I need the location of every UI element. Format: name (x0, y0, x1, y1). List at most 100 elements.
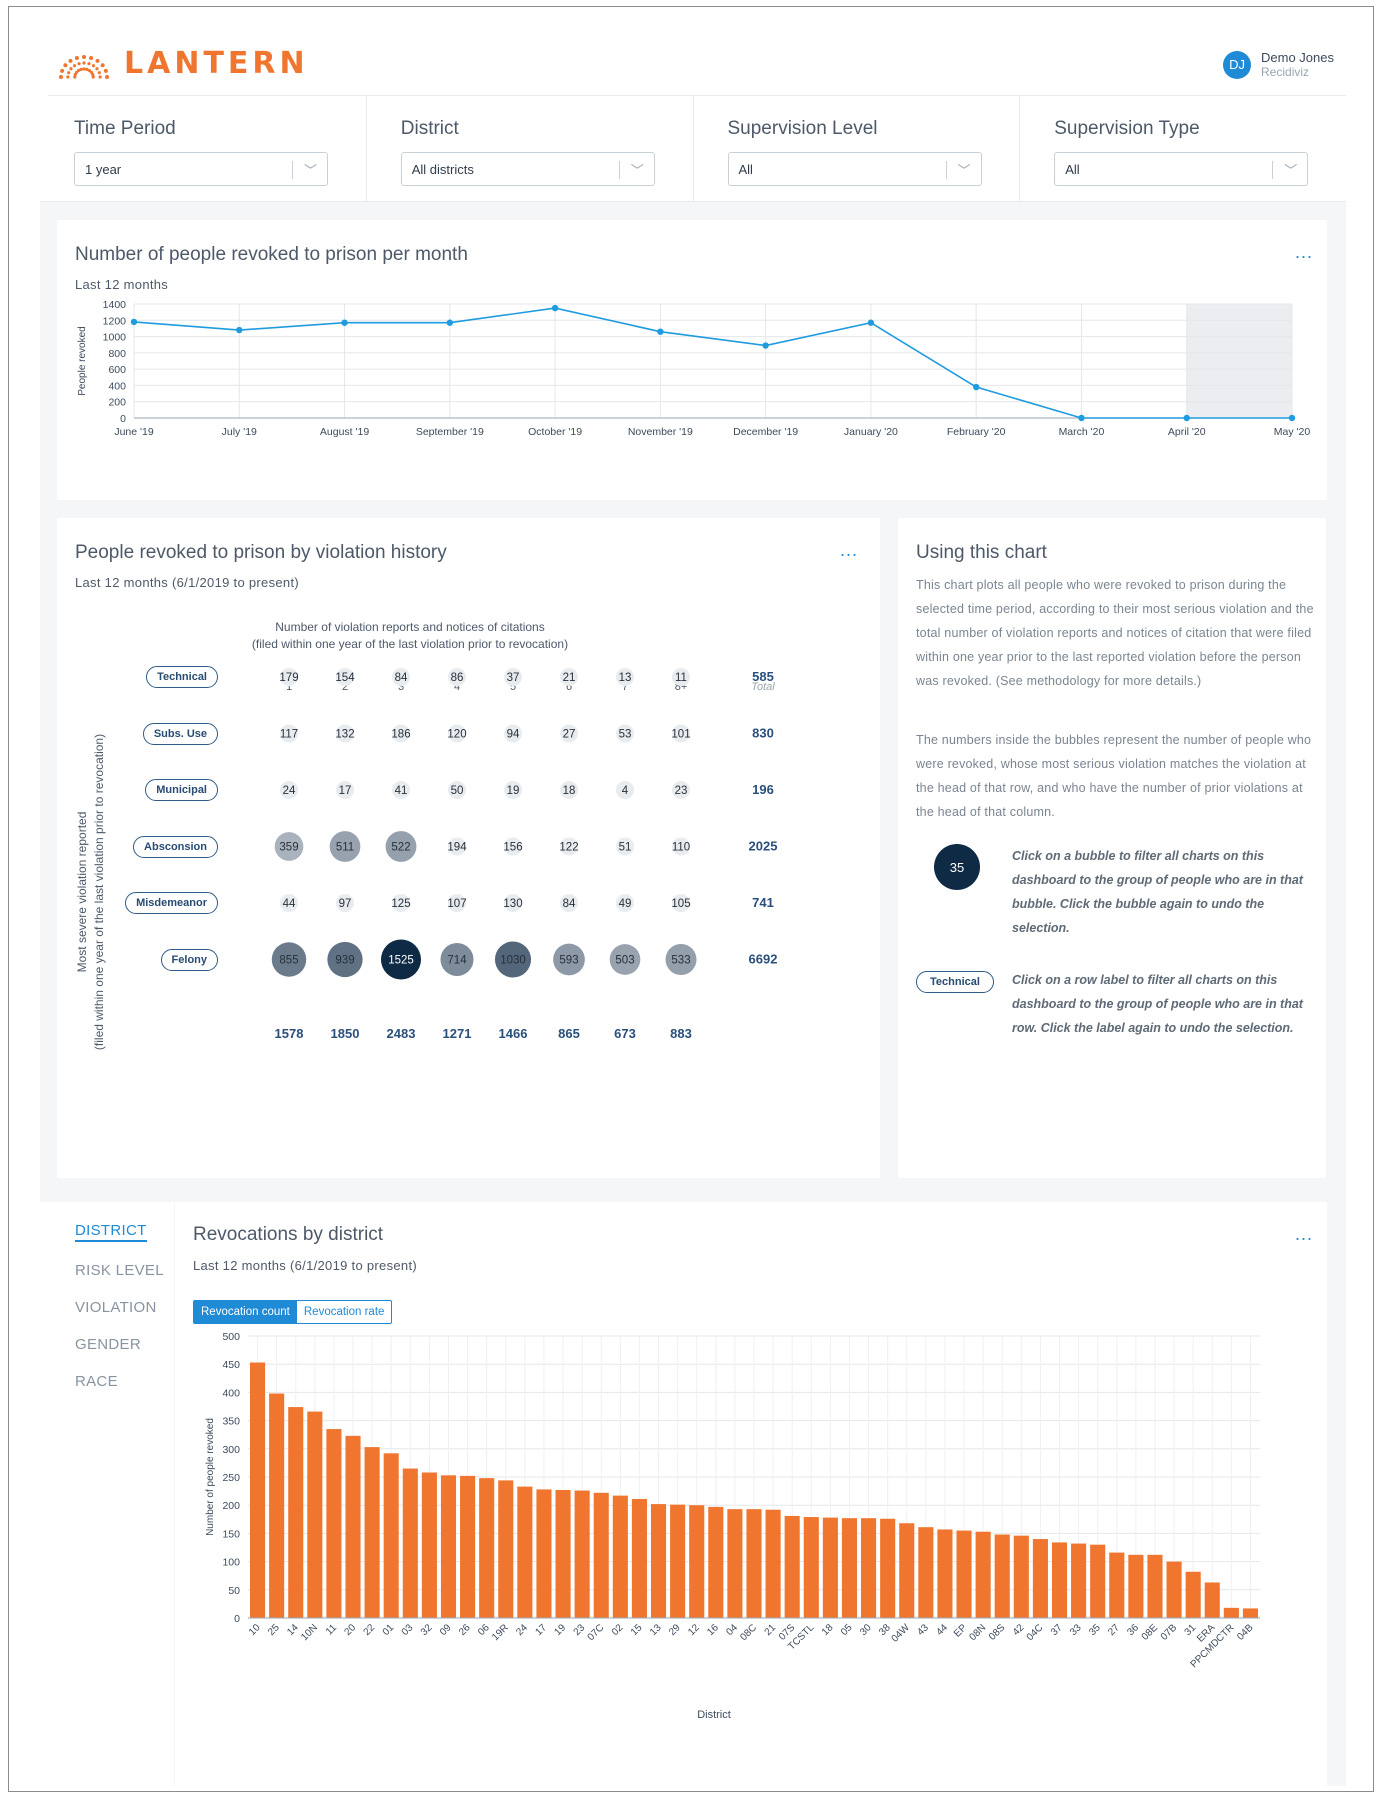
help-paragraph-1: This chart plots all people who were rev… (916, 578, 1314, 688)
tab-gender[interactable]: GENDER (75, 1336, 164, 1353)
bubble-value: 110 (672, 842, 690, 854)
logo-dot (95, 58, 100, 63)
bubble-value: 37 (507, 672, 520, 684)
district-bar-chart[interactable]: 05010015020025030035040045050010 25 1410N 1… (175, 1332, 1327, 1782)
supervision-type-select[interactable]: All ﹀ (1054, 152, 1309, 186)
row-total: 2025 (749, 839, 778, 854)
bubble-value: 44 (283, 898, 296, 910)
tab-risk-level[interactable]: RISK LEVEL (75, 1262, 164, 1279)
chevron-down-icon: ﹀ (303, 163, 317, 178)
toggle-revocation-count[interactable]: Revocation count (194, 1301, 297, 1323)
supervision-level-select[interactable]: All ﹀ (727, 152, 982, 186)
bar (574, 1490, 590, 1618)
district-select[interactable]: All districts ﹀ (400, 152, 655, 186)
row-label-subs-use[interactable]: Subs. Use (142, 722, 218, 745)
x-tick-label: 10 (247, 1622, 263, 1638)
x-tick-label: 08E (1140, 1622, 1161, 1643)
user-name: Demo Jones (1261, 50, 1334, 65)
bar (975, 1531, 991, 1618)
y-tick-label: 400 (108, 380, 126, 392)
row-label-misdemeanor[interactable]: Misdemeanor (125, 892, 218, 914)
bubble-value: 125 (391, 898, 410, 910)
select-value: All (1065, 162, 1080, 177)
y-tick-label: 200 (222, 1500, 240, 1512)
logo-dot (66, 74, 70, 79)
x-tick-label: February '20 (947, 426, 1006, 438)
x-tick-label: 32 (419, 1622, 435, 1638)
bubble-value: 97 (339, 898, 352, 910)
chevron-down-icon: ﹀ (957, 163, 971, 178)
bubble-value: 24 (283, 785, 296, 797)
card-subtitle: Last 12 months (75, 277, 169, 292)
logo-dot (82, 66, 86, 71)
tab-district[interactable]: DISTRICT (75, 1222, 147, 1242)
bubble-value: 855 (279, 955, 298, 967)
card-title: Revocations by district (193, 1224, 384, 1245)
data-unavailable-region (1186, 304, 1292, 418)
bubble-value: 107 (447, 898, 466, 910)
bar (307, 1411, 323, 1618)
bubble-value: 84 (563, 898, 576, 910)
example-row-label: Technical (916, 971, 994, 993)
y-tick-label: 50 (228, 1585, 240, 1597)
x-tick-label: 24 (514, 1622, 530, 1638)
bar (1090, 1544, 1106, 1618)
logo-dot (105, 74, 109, 79)
row-label-technical[interactable]: Technical (146, 666, 218, 688)
bar (1051, 1542, 1068, 1618)
filter-supervision-level: Supervision Level All ﹀ (694, 96, 1021, 201)
time-period-select[interactable]: 1 year ﹀ (74, 152, 328, 186)
column-total: 2483 (387, 1026, 416, 1041)
x-tick-label: 09 (438, 1622, 454, 1638)
x-tick-label: 27 (1106, 1622, 1122, 1638)
bar (956, 1530, 972, 1618)
column-total: 1850 (331, 1026, 360, 1041)
x-tick-label: 03 (400, 1622, 416, 1638)
user-menu[interactable]: DJ Demo Jones Recidiviz (1223, 50, 1334, 79)
x-tick-label: 04C (1025, 1622, 1046, 1643)
row-label-municipal[interactable]: Municipal (145, 779, 218, 801)
data-point (236, 326, 243, 334)
x-tick-label: 18 (820, 1622, 836, 1638)
x-axis-subtitle: (filed within one year of the last viola… (252, 637, 568, 651)
data-point (1183, 414, 1190, 422)
brand-name: LANTERN (124, 46, 309, 81)
bar (326, 1429, 342, 1618)
bubble-value: 939 (335, 955, 354, 967)
logo-dot (68, 58, 73, 63)
logo[interactable]: LANTERN (58, 46, 309, 81)
row-label-felony[interactable]: Felony (160, 948, 218, 971)
bubble-value: 17 (339, 785, 352, 797)
logo-dot (91, 74, 95, 79)
tab-violation[interactable]: VIOLATION (75, 1299, 164, 1316)
bar (822, 1517, 838, 1618)
district-chart-card: Revocations by district Last 12 months (… (175, 1202, 1327, 1786)
more-options-menu[interactable]: ... (1295, 1224, 1313, 1245)
logo-dot (59, 74, 63, 79)
more-options-menu[interactable]: ... (1295, 242, 1313, 263)
x-tick-label: October '19 (528, 426, 582, 438)
bubble-value: 23 (675, 785, 688, 797)
x-tick-label: April '20 (1168, 426, 1206, 438)
y-axis-title: Most severe violation reported (75, 812, 89, 973)
bar (460, 1475, 476, 1618)
x-tick-label: March '20 (1059, 426, 1105, 438)
row-total: 830 (752, 726, 774, 741)
x-tick-label: September '19 (416, 426, 484, 438)
bar (1204, 1582, 1220, 1618)
tab-race[interactable]: RACE (75, 1373, 164, 1390)
bar (899, 1523, 915, 1618)
bubble-value: 86 (451, 672, 464, 684)
row-label-absconsion[interactable]: Absconsion (133, 835, 218, 858)
bar (1109, 1552, 1125, 1618)
bubble-value: 53 (619, 729, 632, 741)
logo-dot (82, 60, 86, 65)
x-tick-label: 07B (1159, 1622, 1180, 1643)
bar (1242, 1608, 1258, 1618)
chart-help-card: Using this chart This chart plots all pe… (898, 518, 1326, 1178)
toggle-revocation-rate[interactable]: Revocation rate (297, 1301, 392, 1323)
bar (345, 1435, 361, 1618)
more-options-menu[interactable]: ... (840, 540, 858, 561)
x-tick-label: 12 (686, 1622, 702, 1638)
filter-district: District All districts ﹀ (367, 96, 694, 201)
